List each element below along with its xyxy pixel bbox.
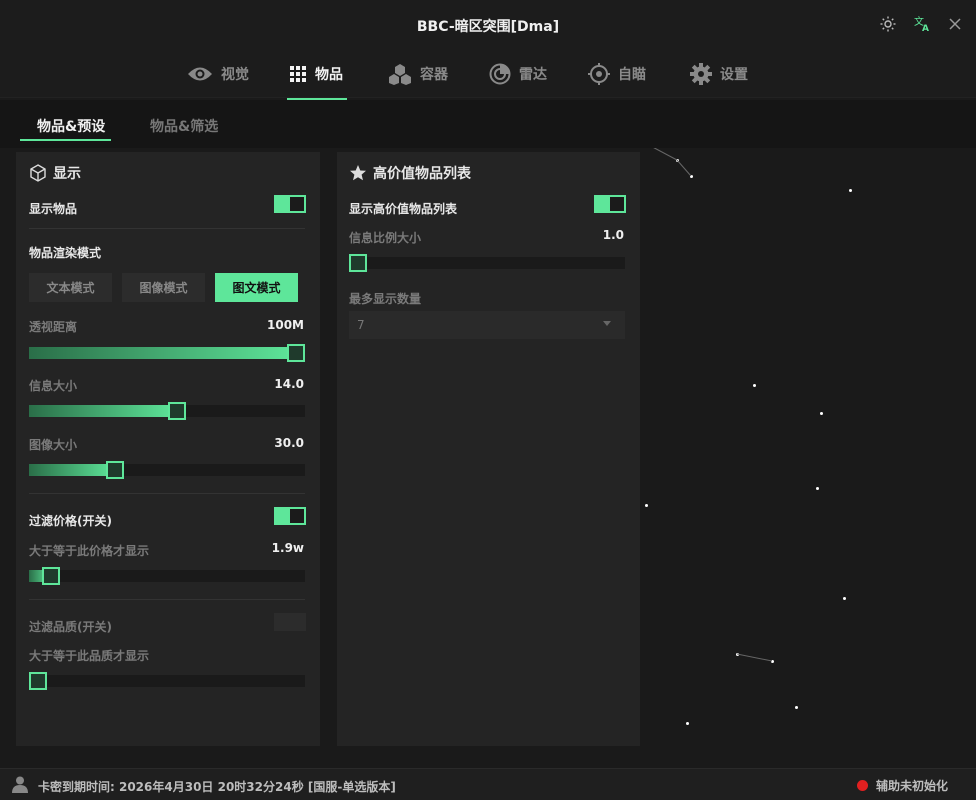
slider-handle[interactable] (349, 254, 367, 272)
eye-icon (188, 67, 212, 81)
language-button[interactable]: 文 A (912, 14, 932, 34)
info-size-slider[interactable] (29, 402, 305, 420)
slider-handle[interactable] (106, 461, 125, 479)
toggle-knob (290, 509, 304, 523)
close-icon (949, 18, 961, 30)
toggle-knob (610, 197, 624, 211)
render-mode-text-button[interactable]: 文本模式 (29, 273, 112, 302)
info-scale-slider[interactable] (349, 254, 625, 272)
nav-items-label: 物品 (315, 67, 343, 83)
hexagons-icon (389, 64, 411, 85)
nav-visual[interactable]: 视觉 (187, 60, 249, 88)
nav-containers[interactable]: 容器 (388, 60, 448, 88)
assist-status-text: 辅助未初始化 (875, 779, 948, 793)
user-icon (12, 776, 28, 793)
perspective-distance-label: 透视距离 (29, 320, 78, 334)
show-high-value-list-label: 显示高价值物品列表 (349, 202, 458, 216)
nav-settings-label: 设置 (720, 67, 748, 83)
render-mode-image-button[interactable]: 图像模式 (122, 273, 205, 302)
divider (29, 599, 305, 600)
filter-quality-toggle[interactable] (274, 613, 306, 631)
status-dot-icon (856, 780, 868, 791)
high-value-panel-title: 高价值物品列表 (373, 166, 471, 182)
info-size-label: 信息大小 (29, 379, 78, 393)
display-panel-header: 显示 (29, 163, 81, 183)
slider-handle[interactable] (41, 567, 60, 585)
cube-icon (30, 164, 46, 182)
slider-fill (29, 347, 296, 359)
sub-tabs: 物品&预设 物品&筛选 (0, 100, 976, 148)
slider-fill (29, 405, 178, 417)
show-items-toggle[interactable] (274, 195, 306, 213)
min-price-label: 大于等于此价格才显示 (29, 544, 150, 558)
perspective-distance-value: 100M (267, 318, 304, 332)
grid-icon (290, 66, 306, 82)
toggle-knob (290, 197, 304, 211)
image-size-label: 图像大小 (29, 438, 78, 452)
subtab-active-indicator (20, 139, 111, 141)
slider-fill (29, 464, 116, 476)
crosshair-icon (588, 63, 610, 85)
theme-toggle-button[interactable] (878, 14, 898, 34)
chevron-down-icon (603, 321, 611, 326)
show-high-value-list-toggle[interactable] (594, 195, 626, 213)
slider-handle[interactable] (168, 402, 187, 420)
divider (29, 228, 305, 229)
display-panel-title: 显示 (53, 166, 81, 182)
subtab-items-presets[interactable]: 物品&预设 (37, 116, 105, 136)
render-mode-image-text-button[interactable]: 图文模式 (215, 273, 298, 302)
max-count-select[interactable]: 7 (349, 311, 625, 339)
max-count-label: 最多显示数量 (349, 292, 422, 306)
image-size-slider[interactable] (29, 461, 305, 479)
nav-visual-label: 视觉 (221, 67, 249, 83)
slider-handle[interactable] (29, 672, 47, 690)
info-scale-value: 1.0 (602, 228, 624, 242)
nav-radar[interactable]: 雷达 (489, 60, 547, 88)
min-quality-slider[interactable] (29, 672, 305, 690)
close-button[interactable] (945, 14, 965, 34)
filter-quality-label: 过滤品质(开关) (29, 620, 112, 634)
high-value-panel-header: 高价值物品列表 (349, 163, 471, 183)
gear-icon (690, 63, 712, 85)
filter-price-toggle[interactable] (274, 507, 306, 525)
min-quality-label: 大于等于此品质才显示 (29, 649, 150, 663)
translate-icon: 文 A (914, 15, 929, 33)
render-mode-label: 物品渲染模式 (29, 246, 102, 260)
star-icon (350, 165, 366, 181)
min-price-slider[interactable] (29, 567, 305, 585)
nav-aimbot[interactable]: 自瞄 (588, 60, 646, 88)
nav-containers-label: 容器 (420, 67, 448, 83)
assist-status: 辅助未初始化 (856, 777, 948, 794)
license-expiry-text: 卡密到期时间: 2026年4月30日 20时32分24秒 [国服-单选版本] (38, 780, 396, 794)
filter-price-label: 过滤价格(开关) (29, 514, 112, 528)
svg-text:A: A (922, 24, 929, 33)
max-count-value: 7 (357, 318, 365, 332)
title-bar: BBC-暗区突围[Dma] 文 A (0, 0, 976, 50)
min-price-value: 1.9w (271, 541, 304, 555)
nav-aimbot-label: 自瞄 (618, 67, 646, 83)
status-bar: 卡密到期时间: 2026年4月30日 20时32分24秒 [国服-单选版本] 辅… (0, 768, 976, 800)
image-size-value: 30.0 (274, 436, 304, 450)
nav-items[interactable]: 物品 (289, 60, 343, 88)
divider (29, 493, 305, 494)
subtab-items-filter[interactable]: 物品&筛选 (150, 116, 218, 136)
show-items-label: 显示物品 (29, 202, 78, 216)
slider-handle[interactable] (287, 344, 305, 362)
nav-radar-label: 雷达 (519, 67, 547, 83)
info-size-value: 14.0 (274, 377, 304, 391)
info-scale-label: 信息比例大小 (349, 231, 422, 245)
main-nav: 视觉 物品 容器 雷达 自瞄 设置 (0, 50, 976, 98)
window-title: BBC-暗区突围[Dma] (416, 19, 560, 35)
nav-settings[interactable]: 设置 (690, 60, 748, 88)
radar-icon (489, 63, 511, 85)
perspective-distance-slider[interactable] (29, 344, 305, 362)
sun-icon (880, 16, 896, 32)
